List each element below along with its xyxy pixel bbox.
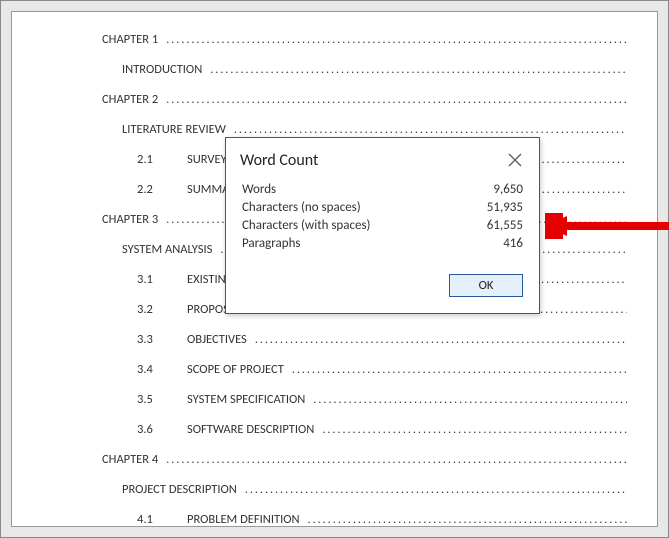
ok-button[interactable]: OK [449, 274, 523, 297]
stat-value: 416 [503, 236, 523, 251]
toc-label: CHAPTER 3 [102, 212, 158, 227]
toc-leader-dots [313, 393, 627, 407]
toc-label: PROJECT DESCRIPTION [122, 482, 237, 497]
annotation-arrow-icon [545, 213, 669, 239]
toc-number: 3.5 [137, 392, 177, 407]
toc-entry: PROJECT DESCRIPTION [122, 482, 627, 497]
toc-leader-dots [292, 363, 627, 377]
toc-leader-dots [166, 33, 627, 47]
toc-label: INTRODUCTION [122, 62, 202, 77]
toc-label: OBJECTIVES [187, 332, 247, 347]
toc-leader-dots [210, 63, 627, 77]
dialog-header: Word Count [226, 138, 539, 178]
dialog-footer: OK [226, 256, 539, 313]
toc-number: 2.2 [137, 182, 177, 197]
stat-label: Characters (no spaces) [242, 200, 361, 215]
toc-leader-dots [255, 333, 627, 347]
toc-entry: CHAPTER 2 [102, 92, 627, 107]
toc-label: CHAPTER 1 [102, 32, 158, 47]
toc-number: 2.1 [137, 152, 177, 167]
close-icon[interactable] [503, 148, 527, 172]
toc-entry: 4.1 PROBLEM DEFINITION [137, 512, 627, 527]
toc-entry: CHAPTER 1 [102, 32, 627, 47]
stat-value: 61,555 [487, 218, 523, 233]
toc-leader-dots [166, 453, 627, 467]
toc-entry: 3.3 OBJECTIVES [137, 332, 627, 347]
dialog-title: Word Count [240, 151, 318, 170]
toc-entry: CHAPTER 4 [102, 452, 627, 467]
toc-label: CHAPTER 4 [102, 452, 158, 467]
toc-number: 4.1 [137, 512, 177, 527]
stat-value: 9,650 [493, 182, 523, 197]
stat-label: Paragraphs [242, 236, 301, 251]
stat-row: Words 9,650 [242, 182, 523, 197]
stat-row: Characters (with spaces) 61,555 [242, 218, 523, 233]
toc-label: SOFTWARE DESCRIPTION [187, 422, 314, 437]
toc-label: CHAPTER 2 [102, 92, 158, 107]
toc-number: 3.4 [137, 362, 177, 377]
toc-number: 3.3 [137, 332, 177, 347]
toc-leader-dots [308, 513, 627, 527]
toc-entry: 3.5 SYSTEM SPECIFICATION [137, 392, 627, 407]
toc-entry: LITERATURE REVIEW [122, 122, 627, 137]
toc-label: LITERATURE REVIEW [122, 122, 226, 137]
stat-label: Characters (with spaces) [242, 218, 370, 233]
stat-value: 51,935 [487, 200, 523, 215]
toc-leader-dots [322, 423, 627, 437]
toc-entry: 3.4 SCOPE OF PROJECT [137, 362, 627, 377]
toc-leader-dots [234, 123, 627, 137]
stat-row: Paragraphs 416 [242, 236, 523, 251]
stat-row: Characters (no spaces) 51,935 [242, 200, 523, 215]
toc-number: 3.1 [137, 272, 177, 287]
toc-label: SURVEY [187, 152, 227, 167]
toc-entry: 3.6 SOFTWARE DESCRIPTION [137, 422, 627, 437]
stat-label: Words [242, 182, 276, 197]
toc-number: 3.6 [137, 422, 177, 437]
toc-number: 3.2 [137, 302, 177, 317]
toc-leader-dots [166, 93, 627, 107]
toc-label: SCOPE OF PROJECT [187, 362, 284, 377]
dialog-body: Words9,650Characters (no spaces)51,935Ch… [226, 178, 539, 256]
toc-label: PROBLEM DEFINITION [187, 512, 300, 527]
toc-entry: INTRODUCTION [122, 62, 627, 77]
word-count-dialog: Word Count Words 9,650 Characters (no spac… [225, 137, 540, 314]
toc-label: SYSTEM ANALYSIS [122, 242, 212, 257]
toc-label: SYSTEM SPECIFICATION [187, 392, 305, 407]
toc-leader-dots [245, 483, 627, 497]
